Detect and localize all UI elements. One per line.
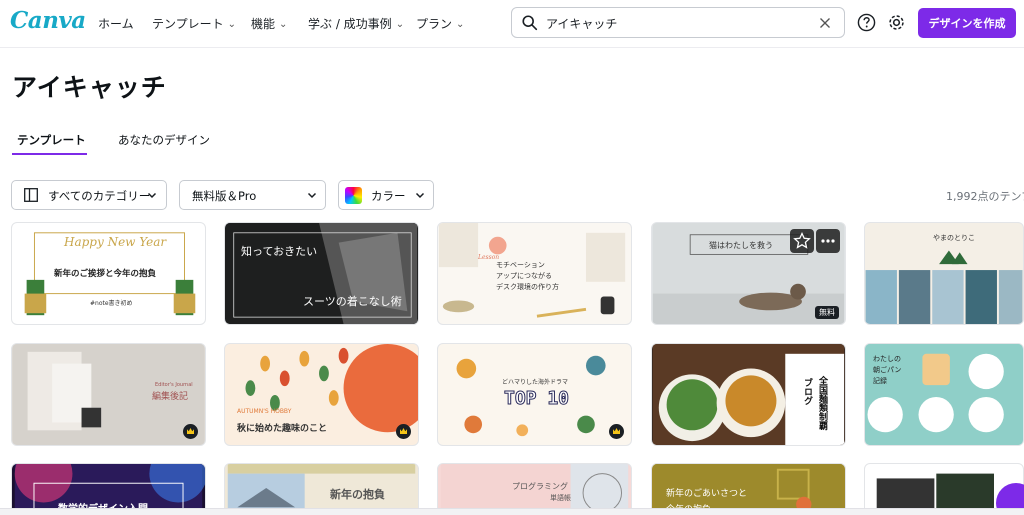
chevron-down-icon [307, 192, 317, 199]
chevron-down-icon: ⌄ [456, 19, 465, 30]
tab-templates[interactable]: テンプレート [17, 132, 86, 148]
free-badge: 無料 [815, 306, 839, 319]
card-happy-new-year[interactable]: Happy New Year 新年のご挨拶と今年の抱負 #note書き初め [11, 222, 206, 325]
card-caption: Editor's Journal [155, 382, 193, 388]
nav-home-label: ホーム [98, 17, 134, 31]
crown-icon [396, 424, 411, 439]
nav-home[interactable]: ホーム [98, 15, 134, 32]
card-artwork [227, 464, 416, 514]
chevron-down-icon: ⌄ [279, 19, 288, 30]
nav-templates[interactable]: テンプレート ⌄ [152, 15, 236, 32]
card-title: 秋に始めた趣味のこと [237, 424, 328, 434]
card-title: TOP 10 [503, 388, 570, 410]
card-caption: AUTUMN'S HOBBY [237, 408, 292, 415]
card-title: やまのとりこ [933, 234, 975, 242]
gear-icon[interactable] [887, 13, 906, 32]
chevron-down-icon [147, 192, 157, 199]
nav-plans[interactable]: プラン ⌄ [416, 15, 464, 32]
search-icon [522, 15, 538, 31]
color-swatch-icon [345, 187, 362, 204]
category-filter-label: すべてのカテゴリー [48, 189, 151, 203]
card-line-3: 記録 [873, 377, 887, 385]
crown-icon [609, 424, 624, 439]
card-caption: どハマりした海外ドラマ [502, 379, 569, 386]
layout-icon [24, 188, 38, 202]
help-icon[interactable] [857, 13, 876, 32]
tab-your-designs[interactable]: あなたのデザイン [118, 132, 210, 148]
card-autumn[interactable]: AUTUMN'S HOBBY 秋に始めた趣味のこと [224, 343, 419, 446]
card-editors[interactable]: Editor's Journal 編集後記 [11, 343, 206, 446]
star-favorite-button[interactable] [790, 229, 814, 253]
card-title: 知っておきたい [241, 245, 318, 258]
card-title: 全国麺類制覇 [817, 376, 827, 430]
card-hashtag: #note書き初め [90, 300, 133, 307]
page-title: アイキャッチ [12, 73, 167, 102]
canva-logo[interactable]: Canva [10, 7, 86, 34]
card-drama[interactable]: どハマりした海外ドラマ TOP 10 [437, 343, 632, 446]
card-title: 猫はわたしを救う [709, 241, 773, 250]
more-options-button[interactable] [816, 229, 840, 253]
clear-icon[interactable] [816, 14, 834, 32]
chevron-down-icon: ⌄ [227, 19, 237, 30]
card-food[interactable]: 全国麺類制覇 ブログ [651, 343, 846, 446]
price-filter[interactable]: 無料版＆Pro [179, 180, 326, 210]
color-filter[interactable]: カラー [338, 180, 434, 210]
status-bar [0, 508, 1024, 515]
star-icon [793, 231, 811, 249]
card-line-3: デスク環境の作り方 [496, 283, 559, 291]
more-icon [821, 239, 835, 243]
top-navigation: Canva ホーム テンプレート⌄ 機能⌄ 学ぶ / 成功事例⌄ プラン⌄ デザ… [0, 0, 1024, 48]
nav-learn-label: 学ぶ / 成功事例 [308, 17, 392, 31]
card-line-2: 単語帳 [550, 494, 571, 502]
search-bar[interactable] [511, 7, 845, 38]
card-suits[interactable]: 知っておきたい スーツの着こなし術 [224, 222, 419, 325]
card-subtitle: 新年のご挨拶と今年の抱負 [54, 269, 157, 279]
nav-plans-label: プラン [416, 17, 453, 31]
card-title: Happy New Year [64, 235, 167, 249]
price-filter-label: 無料版＆Pro [192, 189, 257, 203]
nav-learn[interactable]: 学ぶ / 成功事例 ⌄ [308, 15, 404, 32]
color-filter-label: カラー [371, 189, 406, 203]
card-line-2: 朝ごパン [873, 366, 902, 374]
card-line-1: モチベーション [496, 261, 545, 269]
chevron-down-icon [415, 192, 425, 199]
active-tab-indicator [12, 153, 87, 155]
crown-icon [183, 424, 198, 439]
card-hover-actions [790, 229, 840, 253]
card-line-2: アップにつながる [496, 272, 552, 280]
card-mountain[interactable]: やまのとりこ [864, 222, 1024, 325]
search-input[interactable] [546, 13, 806, 33]
nav-features-label: 機能 [251, 17, 276, 31]
card-cat[interactable]: 猫はわたしを救う 無料 [651, 222, 846, 325]
nav-templates-label: テンプレート [152, 17, 224, 31]
card-line-1: プログラミング [512, 482, 568, 491]
category-filter[interactable]: すべてのカテゴリー [11, 180, 167, 210]
result-count: 1,992点のテンプ [946, 190, 1024, 203]
card-line-1: わたしの [873, 355, 901, 363]
card-subtitle: ブログ [802, 378, 812, 405]
chevron-down-icon: ⌄ [395, 19, 405, 30]
create-design-button[interactable]: デザインを作成 [918, 8, 1016, 38]
card-title: 新年の抱負 [330, 488, 385, 501]
card-bread[interactable]: わたしの 朝ごパン 記録 [864, 343, 1024, 446]
card-desk[interactable]: Lesson モチベーション アップにつながる デスク環境の作り方 [437, 222, 632, 325]
card-title: 編集後記 [152, 392, 189, 402]
card-line-1: 新年のごあいさつと [666, 489, 748, 499]
card-subtitle: スーツの着こなし術 [303, 295, 402, 308]
nav-features[interactable]: 機能 ⌄ [251, 15, 287, 32]
